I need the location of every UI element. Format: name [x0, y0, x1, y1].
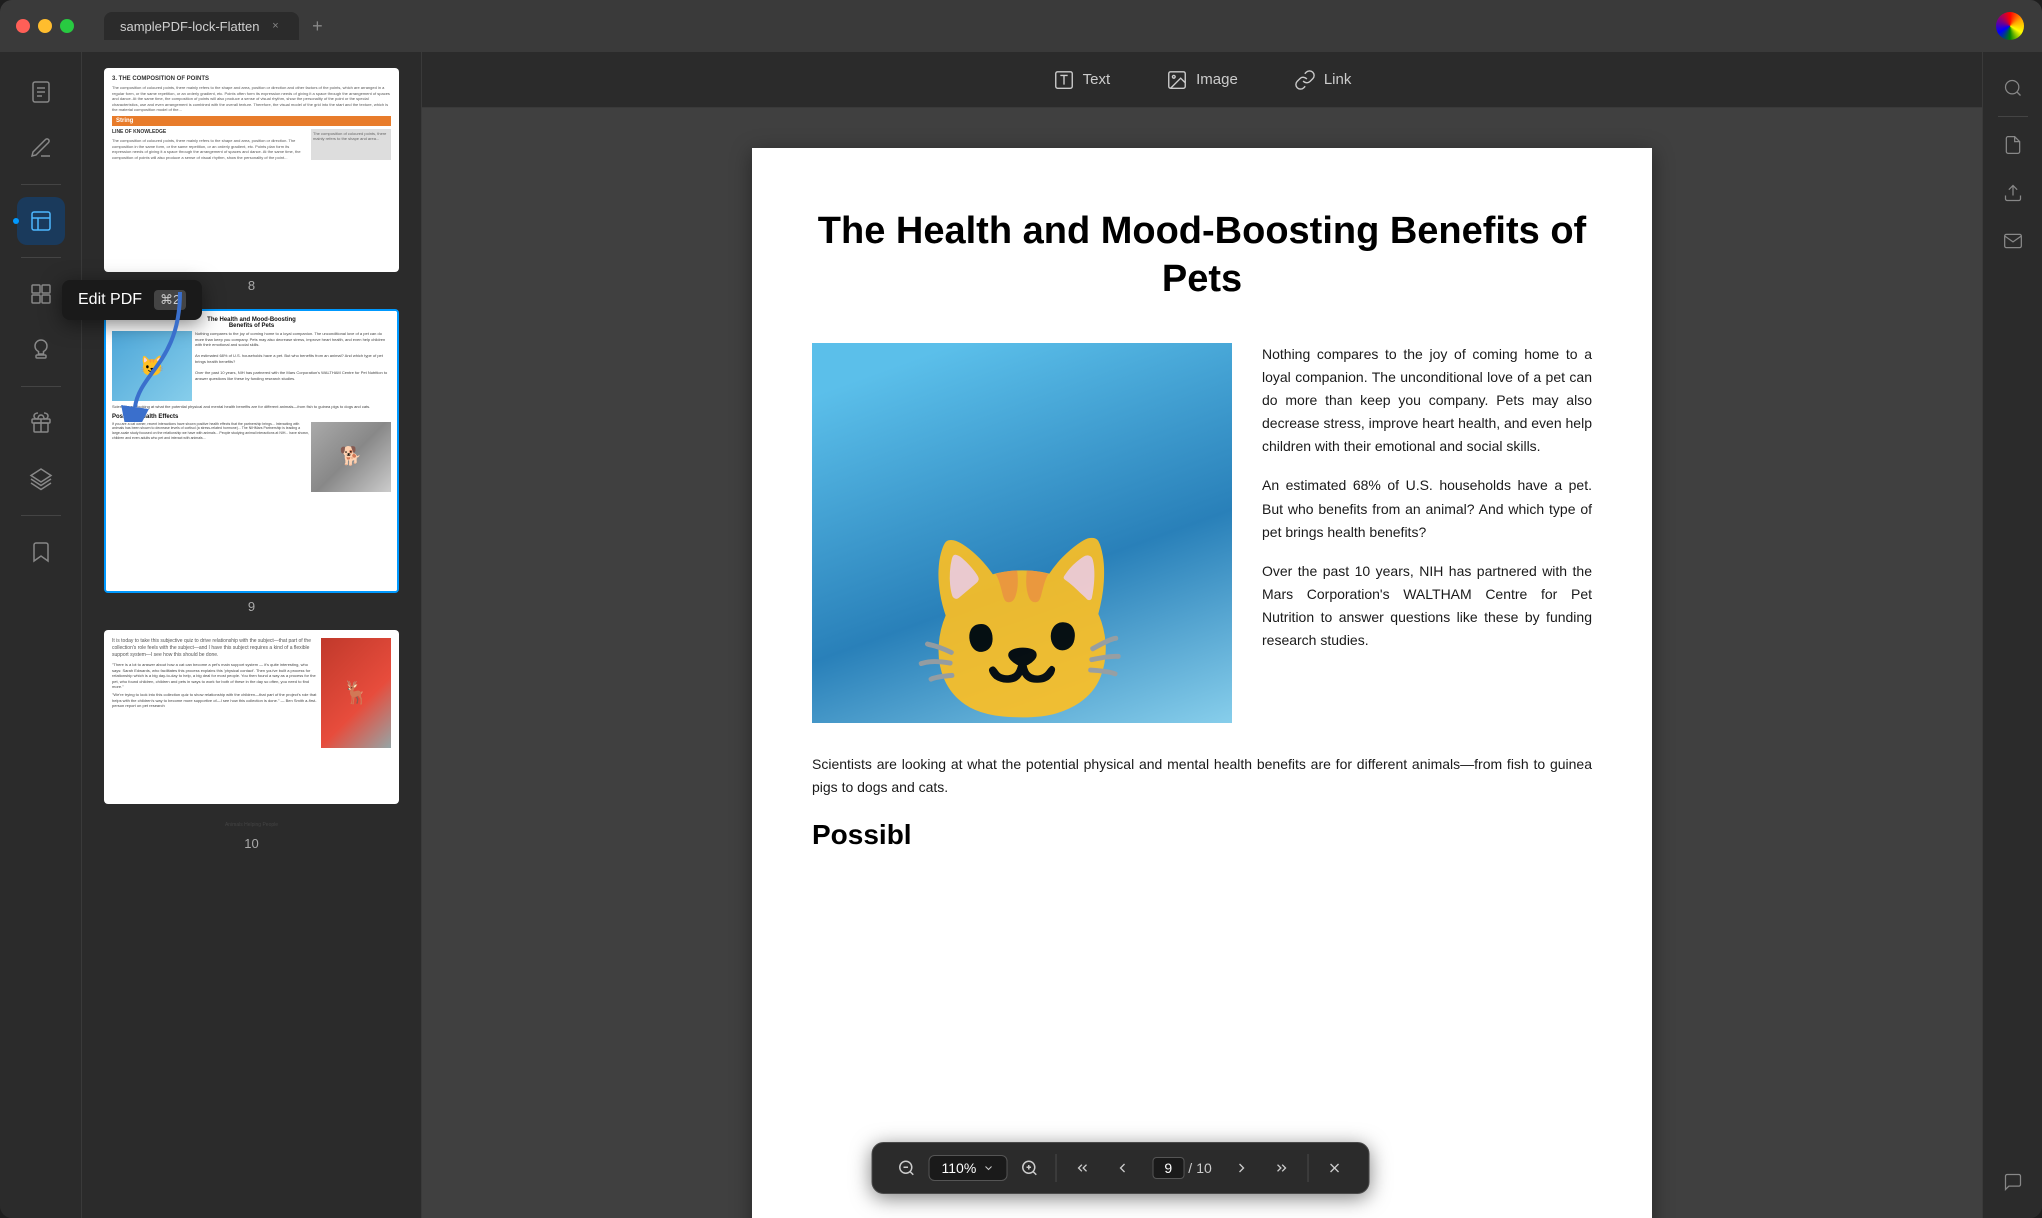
- thumbnail-panel: 3. THE COMPOSITION OF POINTS The composi…: [82, 52, 422, 1218]
- close-bar-button[interactable]: [1317, 1150, 1353, 1186]
- bar-divider-2: [1308, 1154, 1309, 1182]
- sidebar-icon-pen[interactable]: [17, 124, 65, 172]
- rainbow-icon: [1996, 12, 2024, 40]
- thumbnail-frame-10[interactable]: It is today to take this subjective quiz…: [104, 630, 399, 804]
- link-tool-button[interactable]: Link: [1282, 63, 1364, 97]
- pdf-info-button[interactable]: [1993, 125, 2033, 165]
- sidebar-icon-document[interactable]: [17, 68, 65, 116]
- page-number-10: 10: [244, 836, 258, 851]
- pdf-section-title: Possible Health Effects: [812, 819, 1592, 851]
- tab-close-button[interactable]: ×: [267, 18, 283, 34]
- thumb8-orange-bar: String: [112, 116, 391, 126]
- tab-add-button[interactable]: +: [303, 12, 331, 40]
- page-total: 10: [1196, 1160, 1212, 1176]
- text-tool-button[interactable]: Text: [1041, 63, 1123, 97]
- page-number-9: 9: [248, 599, 255, 614]
- minimize-button[interactable]: [38, 19, 52, 33]
- next-page-button[interactable]: [1224, 1150, 1260, 1186]
- sidebar-icon-stamp[interactable]: [17, 326, 65, 374]
- link-tool-label: Link: [1324, 71, 1352, 88]
- zoom-display[interactable]: 110%: [929, 1155, 1008, 1181]
- right-sidebar: [1982, 52, 2042, 1218]
- main-area: 3. THE COMPOSITION OF POINTS The composi…: [0, 52, 2042, 1218]
- pdf-text-block: Nothing compares to the joy of coming ho…: [1262, 343, 1592, 723]
- zoom-in-button[interactable]: [1011, 1150, 1047, 1186]
- tab-title: samplePDF-lock-Flatten: [120, 19, 259, 34]
- pdf-content-area[interactable]: The Health and Mood-Boosting Benefits of…: [422, 108, 1982, 1218]
- page-display: / 10: [1144, 1157, 1219, 1179]
- bar-divider-1: [1055, 1154, 1056, 1182]
- zoom-out-button[interactable]: [889, 1150, 925, 1186]
- close-button[interactable]: [16, 19, 30, 33]
- bottom-bar: 110% / 10: [872, 1142, 1370, 1194]
- sidebar-divider-3: [21, 386, 61, 387]
- thumb8-content: 3. THE COMPOSITION OF POINTS The composi…: [106, 70, 397, 270]
- pdf-toolbar: Text Image Link: [422, 52, 1982, 108]
- image-tool-button[interactable]: Image: [1154, 63, 1250, 97]
- export-button[interactable]: [1993, 173, 2033, 213]
- thumbnail-frame-8[interactable]: 3. THE COMPOSITION OF POINTS The composi…: [104, 68, 399, 272]
- pdf-viewer: Text Image Link The Heal: [422, 52, 1982, 1218]
- first-page-button[interactable]: [1064, 1150, 1100, 1186]
- traffic-lights: [16, 19, 74, 33]
- page-separator: /: [1188, 1160, 1192, 1176]
- active-tab[interactable]: samplePDF-lock-Flatten ×: [104, 12, 299, 40]
- pdf-two-col-section: 🐱 Nothing compares to the joy of coming …: [812, 343, 1592, 723]
- sidebar-icon-layers[interactable]: [17, 455, 65, 503]
- page-number-input[interactable]: [1152, 1157, 1184, 1179]
- sidebar-icon-edit[interactable]: [17, 197, 65, 245]
- tooltip-arrow: [120, 282, 200, 427]
- titlebar: samplePDF-lock-Flatten × +: [0, 0, 2042, 52]
- pdf-body-para: Scientists are looking at what the poten…: [812, 753, 1592, 799]
- sidebar-icon-pages[interactable]: [17, 270, 65, 318]
- prev-page-button[interactable]: [1104, 1150, 1140, 1186]
- sidebar-icon-gift[interactable]: [17, 399, 65, 447]
- tab-bar: samplePDF-lock-Flatten × +: [104, 12, 331, 40]
- cat-photo: 🐱: [812, 343, 1232, 723]
- sidebar-divider-1: [21, 184, 61, 185]
- active-indicator: [13, 218, 19, 224]
- text-tool-icon: [1053, 69, 1075, 91]
- pdf-para3: Over the past 10 years, NIH has partnere…: [1262, 560, 1592, 652]
- right-divider-1: [1998, 116, 2028, 117]
- link-tool-icon: [1294, 69, 1316, 91]
- zoom-value: 110%: [942, 1160, 977, 1176]
- image-tool-label: Image: [1196, 71, 1238, 88]
- app-icon: [1994, 10, 2026, 42]
- thumb10-reindeer-image: 🦌: [321, 638, 391, 748]
- sidebar-divider-4: [21, 515, 61, 516]
- thumb10-content: It is today to take this subjective quiz…: [106, 632, 397, 802]
- email-button[interactable]: [1993, 221, 2033, 261]
- image-tool-icon: [1166, 69, 1188, 91]
- pdf-para2: An estimated 68% of U.S. households have…: [1262, 474, 1592, 543]
- thumbnail-item-8[interactable]: 3. THE COMPOSITION OF POINTS The composi…: [94, 68, 409, 293]
- pdf-title: The Health and Mood-Boosting Benefits of…: [812, 208, 1592, 303]
- sidebar-divider-2: [21, 257, 61, 258]
- left-sidebar: [0, 52, 82, 1218]
- text-tool-label: Text: [1083, 71, 1111, 88]
- search-button[interactable]: [1993, 68, 2033, 108]
- sidebar-icon-bookmark[interactable]: [17, 528, 65, 576]
- thumb8-title: 3. THE COMPOSITION OF POINTS: [112, 76, 391, 82]
- thumbnail-item-10[interactable]: It is today to take this subjective quiz…: [94, 630, 409, 851]
- pdf-para1: Nothing compares to the joy of coming ho…: [1262, 343, 1592, 458]
- maximize-button[interactable]: [60, 19, 74, 33]
- page-number-8: 8: [248, 278, 255, 293]
- pdf-page: The Health and Mood-Boosting Benefits of…: [752, 148, 1652, 1218]
- chat-button[interactable]: [1993, 1162, 2033, 1202]
- last-page-button[interactable]: [1264, 1150, 1300, 1186]
